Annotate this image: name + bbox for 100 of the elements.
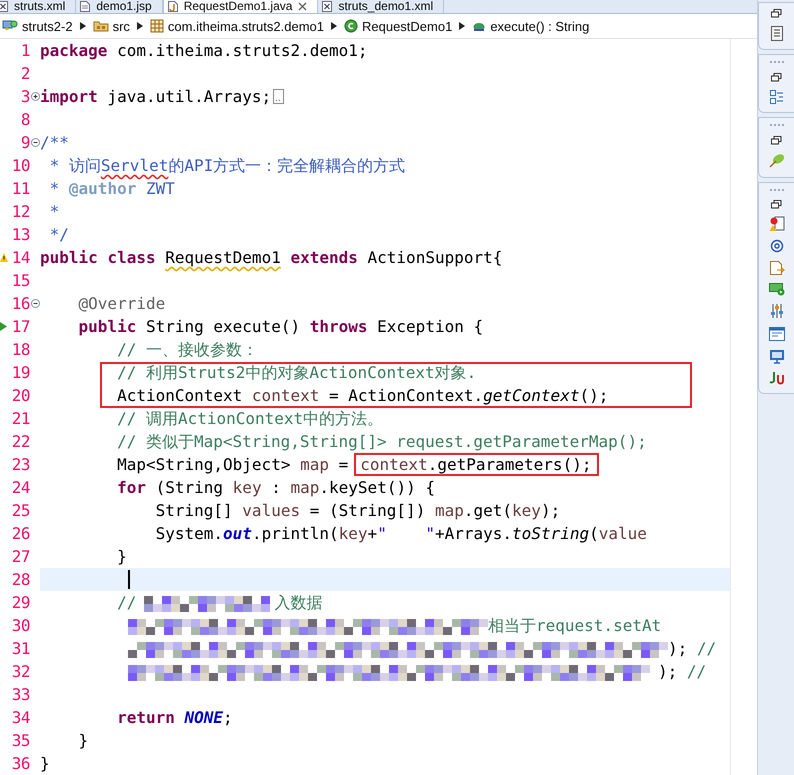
line-number: 1 <box>20 41 30 60</box>
code-line: * 访问Servlet的API方式一：完全解耦合的方式 <box>48 155 406 176</box>
line-number: 33 <box>10 685 30 704</box>
code-line: /** <box>40 132 69 153</box>
document-icon[interactable] <box>770 26 782 41</box>
line-number: 17 <box>10 317 30 336</box>
breadcrumb-item[interactable]: com.itheima.struts2.demo1 <box>150 18 324 34</box>
calendar-icon[interactable] <box>768 326 784 342</box>
separator-arrow-icon <box>459 22 466 30</box>
editor-tab[interactable]: struts.xml <box>0 0 76 13</box>
line-number: 21 <box>10 409 30 428</box>
line-number: 9 <box>20 133 30 152</box>
method-icon <box>472 20 486 32</box>
line-number: 10 <box>10 156 30 175</box>
line-number: 13 <box>10 225 30 244</box>
line-number: 24 <box>10 478 30 497</box>
breadcrumb-item[interactable]: struts2-2 <box>2 18 73 34</box>
code-line: // 调用ActionContext中的方法。 <box>116 408 384 429</box>
code-line: * @author ZWT <box>48 178 175 199</box>
class-icon <box>344 19 358 33</box>
code-line: @Override <box>78 293 166 314</box>
xml-file-icon <box>0 1 8 12</box>
monitor-icon[interactable] <box>768 349 784 364</box>
code-line: ActionContext context = ActionContext.getContext(); <box>116 385 608 406</box>
leaf-icon[interactable] <box>768 153 784 169</box>
line-number: 27 <box>10 547 30 566</box>
line-number: 22 <box>10 432 30 451</box>
close-icon[interactable] <box>298 2 308 11</box>
code-line: ); // <box>668 638 716 659</box>
code-line: String[] values = (String[]) map.get(key); <box>154 500 560 521</box>
line-number: 28 <box>10 570 30 589</box>
line-number: 8 <box>20 110 30 129</box>
editor-tab[interactable]: demo1.jsp <box>76 0 163 13</box>
code-line: import java.util.Arrays; <box>40 86 272 107</box>
line-number: 15 <box>10 271 30 290</box>
line-number: 32 <box>10 662 30 681</box>
line-number: 20 <box>10 386 30 405</box>
folded-code-icon[interactable] <box>273 89 284 104</box>
code-line: for (String key : map.keySet()) { <box>116 477 435 498</box>
line-number: 19 <box>10 363 30 382</box>
text-cursor <box>128 570 130 589</box>
line-number: 34 <box>10 708 30 727</box>
breadcrumb-item[interactable]: execute() : String <box>472 18 590 34</box>
restore-icon[interactable] <box>771 136 782 145</box>
sliders-icon[interactable] <box>768 303 784 319</box>
separator-arrow-icon <box>80 22 86 30</box>
line-number: 12 <box>10 202 30 221</box>
line-number: 29 <box>10 593 30 612</box>
package-folder-icon <box>92 19 109 33</box>
highlight-box: context.getParameters(); <box>354 453 600 476</box>
code-line: public String execute() throws Exception { <box>78 316 484 337</box>
code-line: System.out.println(key+" "+Arrays.toString(value <box>154 523 647 544</box>
line-number: 35 <box>10 731 30 750</box>
line-number: 2 <box>20 64 30 83</box>
editor-tab[interactable]: struts_demo1.xml <box>318 0 444 13</box>
code-line: // 类似于Map<String,String[]> request.getParameterMap(); <box>116 431 647 452</box>
line-number: 16 <box>10 294 30 313</box>
line-number: 36 <box>10 754 30 773</box>
line-number: 23 <box>10 455 30 474</box>
junit-icon[interactable] <box>768 371 784 385</box>
code-line: } <box>78 730 88 751</box>
restore-icon[interactable] <box>771 73 782 82</box>
document-arrow-icon[interactable] <box>768 260 784 276</box>
editor-tab[interactable]: RequestDemo1.java <box>162 0 318 13</box>
line-number: 31 <box>10 639 30 658</box>
line-number: 26 <box>10 524 30 543</box>
code-line: Map<String,Object> map = <box>116 454 348 475</box>
line-number: 3 <box>20 87 30 106</box>
line-number: 18 <box>10 340 30 359</box>
code-line: * <box>48 201 60 222</box>
breadcrumb-item[interactable]: RequestDemo1 <box>344 18 452 34</box>
code-line: */ <box>48 224 69 245</box>
code-line: package com.itheima.struts2.demo1; <box>40 40 368 61</box>
collapse-fold-icon[interactable] <box>30 299 40 308</box>
code-line: // 一、接收参数： <box>116 339 258 360</box>
code-line: // <box>116 592 136 613</box>
collapse-fold-icon[interactable] <box>30 138 40 147</box>
code-line: 相当于request.setAt <box>488 615 662 636</box>
package-icon <box>150 19 164 33</box>
restore-icon[interactable] <box>771 200 782 209</box>
java-file-icon <box>168 1 178 12</box>
code-line: return NONE; <box>116 707 233 728</box>
file-icon <box>80 1 90 12</box>
separator-arrow-icon <box>331 22 337 30</box>
code-line: } <box>40 753 50 774</box>
console-icon[interactable] <box>768 283 784 296</box>
expand-fold-icon[interactable] <box>30 92 40 101</box>
line-number: 30 <box>10 616 30 635</box>
project-icon <box>2 19 18 33</box>
problems-icon[interactable] <box>768 216 784 232</box>
code-line: public class RequestDemo1 extends ActionSupport{ <box>40 247 502 268</box>
code-line: // 利用Struts2中的对象ActionContext对象. <box>116 362 476 383</box>
restore-icon[interactable] <box>771 9 782 18</box>
outline-icon[interactable] <box>770 90 784 104</box>
separator-arrow-icon <box>136 22 143 30</box>
line-number: 14 <box>10 248 30 267</box>
code-line: } <box>116 546 127 567</box>
code-line: 入数据 <box>274 592 322 613</box>
breadcrumb-item[interactable]: src <box>92 18 130 34</box>
xml-file-icon <box>322 1 332 12</box>
